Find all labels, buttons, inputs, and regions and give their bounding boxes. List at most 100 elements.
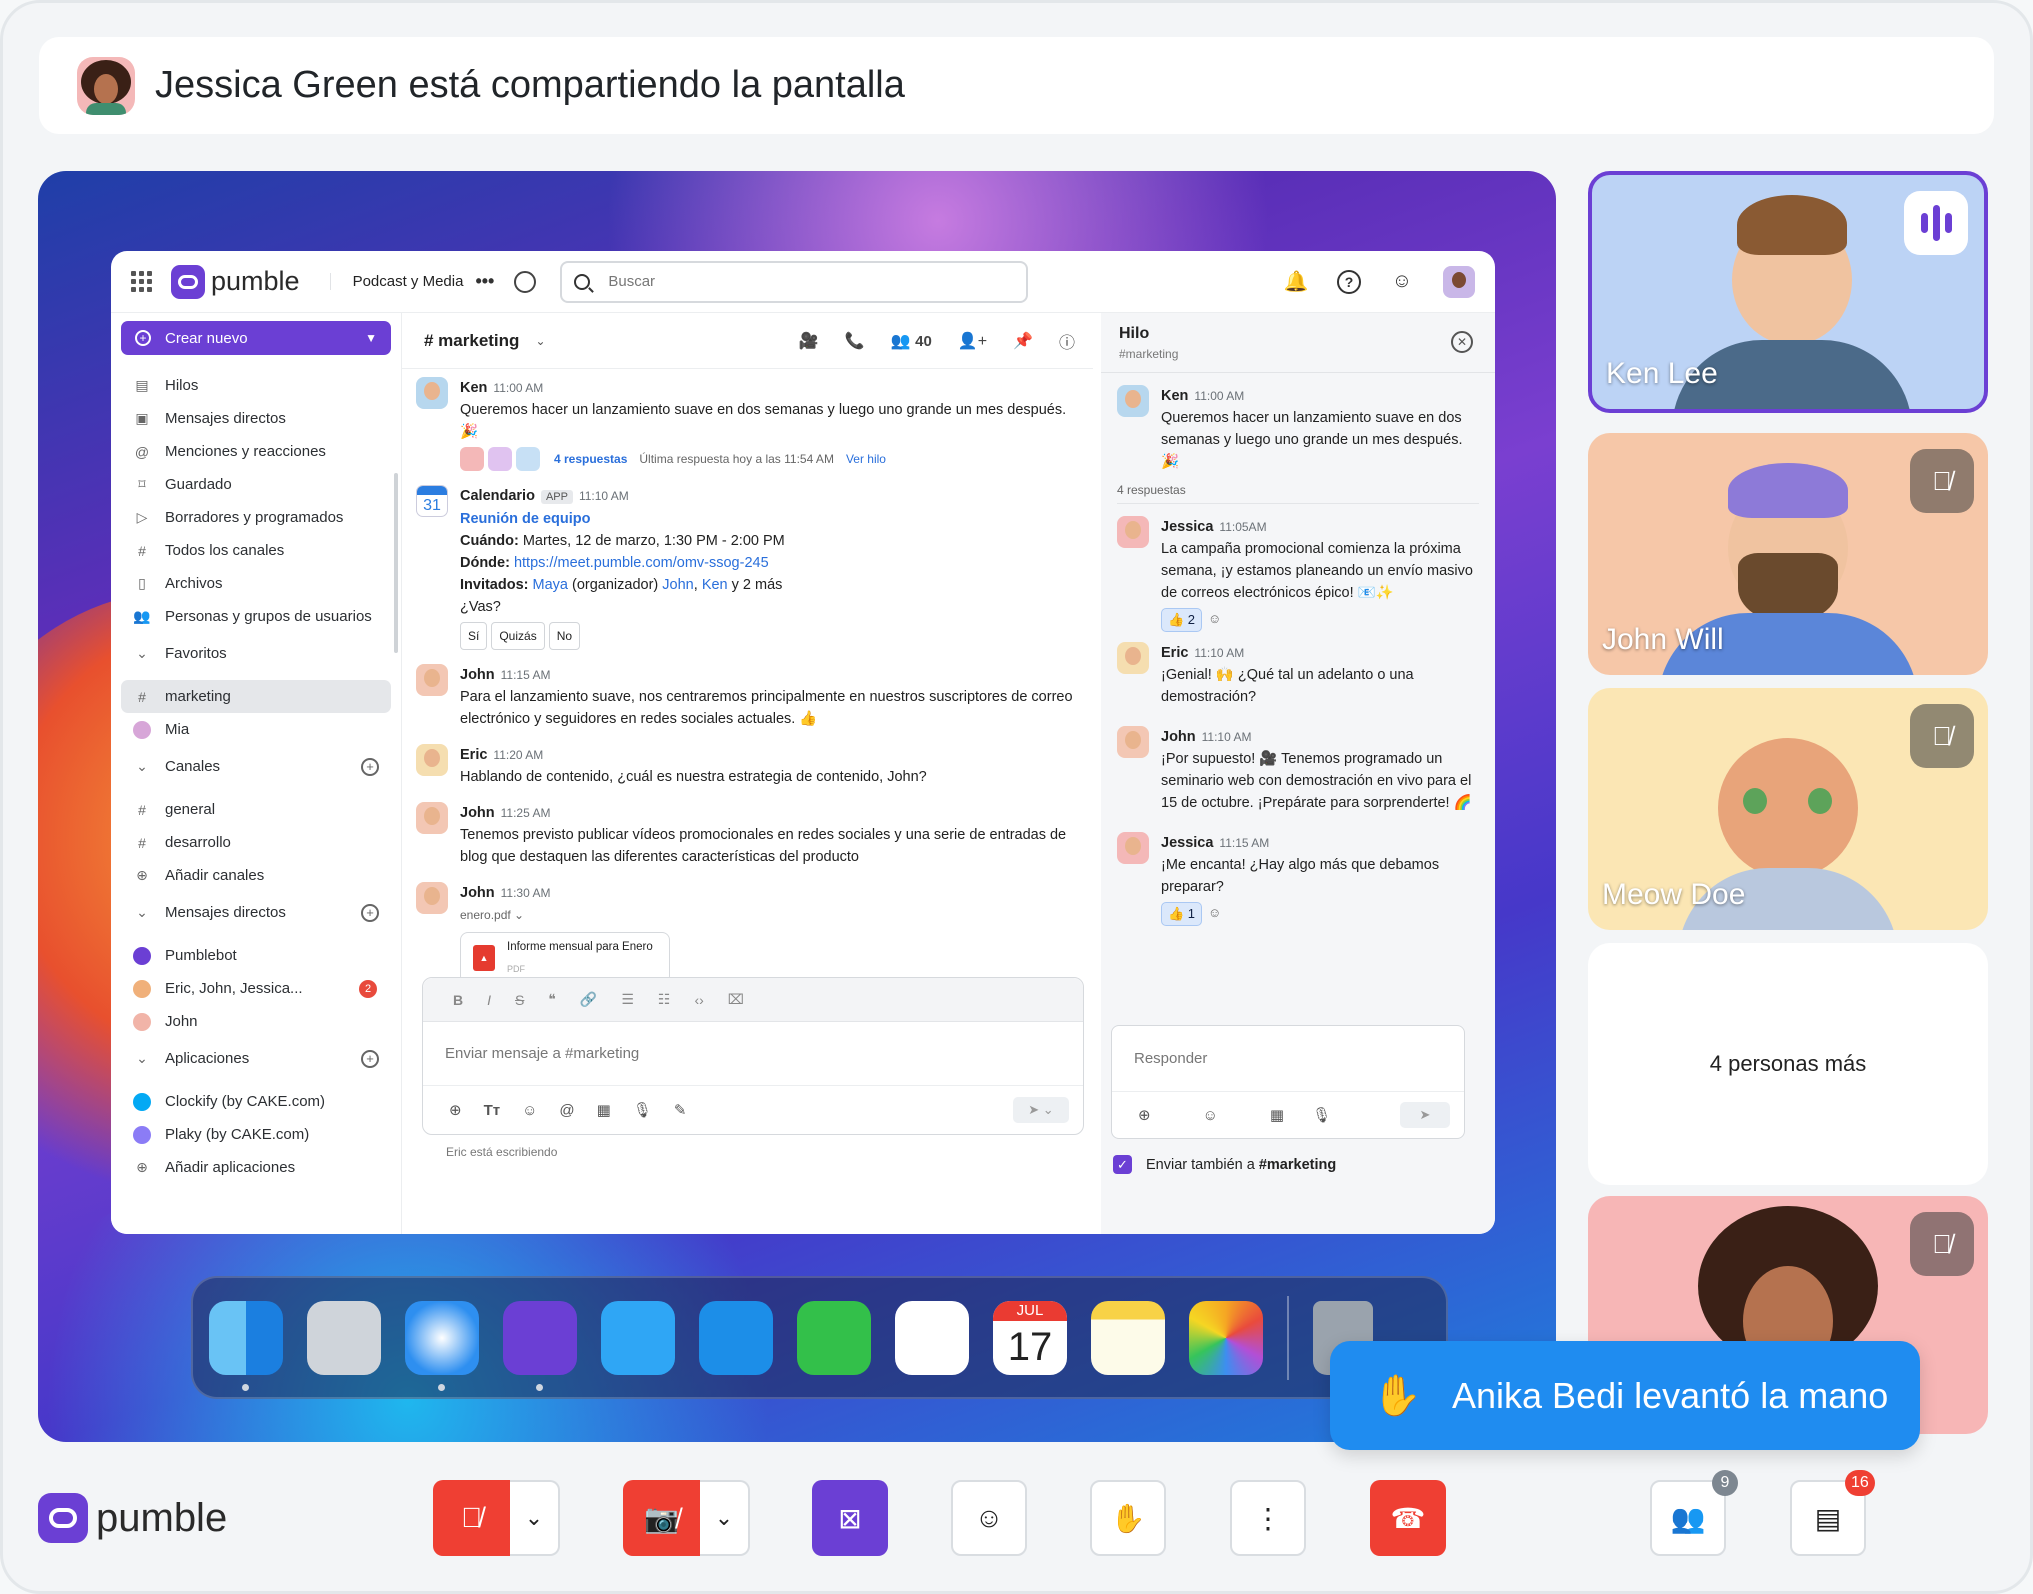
sidebar-item-group-dm[interactable]: Eric, John, Jessica... 2	[121, 972, 391, 1005]
rsvp-no-button[interactable]: No	[548, 622, 581, 650]
create-new-button[interactable]: + Crear nuevo ▼	[121, 321, 391, 355]
send-button[interactable]: ➤ ⌄	[1013, 1097, 1069, 1123]
workspace-menu-icon[interactable]: •••	[475, 271, 494, 292]
sidebar-item-marketing[interactable]: # marketing	[121, 680, 391, 713]
smiley-icon[interactable]: ☺	[1387, 267, 1417, 297]
message-input[interactable]: Enviar mensaje a #marketing	[423, 1022, 1083, 1086]
channels-section[interactable]: ⌄ Canales +	[121, 750, 391, 783]
participant-tile-ken-lee[interactable]: Ken Lee	[1588, 171, 1988, 413]
photos-icon[interactable]	[1189, 1300, 1263, 1375]
facetime-icon[interactable]	[797, 1300, 871, 1375]
strike-icon[interactable]: S	[515, 992, 524, 1008]
add-dm-icon[interactable]: +	[361, 903, 379, 922]
sidebar-item-saved[interactable]: ⌑ Guardado	[121, 468, 391, 501]
sidebar-item-threads[interactable]: ▤ Hilos	[121, 369, 391, 402]
add-member-icon[interactable]: 👤+	[958, 331, 987, 351]
participant-tile-meow-doe[interactable]: 🎙̸ Meow Doe	[1588, 688, 1988, 930]
phone-icon[interactable]: 📞	[845, 331, 865, 351]
reply-input[interactable]: Responder	[1112, 1026, 1464, 1092]
members-button[interactable]: 👥 40	[891, 331, 932, 351]
calendar-app-icon[interactable]: JUL 17	[993, 1300, 1067, 1375]
stop-share-button[interactable]: ⊠	[812, 1480, 888, 1556]
mail-icon[interactable]	[699, 1300, 773, 1375]
sidebar-item-general[interactable]: # general	[121, 793, 391, 826]
history-icon[interactable]	[514, 270, 537, 293]
text-format-icon[interactable]: Tт	[484, 1102, 501, 1119]
more-participants-tile[interactable]: 4 personas más	[1588, 943, 1988, 1185]
sidebar-item-people[interactable]: 👥 Personas y grupos de usuarios	[121, 600, 391, 633]
favorites-section[interactable]: ⌄ Favoritos	[121, 637, 391, 670]
more-options-button[interactable]: ⋮	[1230, 1480, 1306, 1556]
media-icon[interactable]: ▦	[1270, 1106, 1284, 1124]
dms-section[interactable]: ⌄ Mensajes directos +	[121, 896, 391, 929]
bold-icon[interactable]: B	[453, 992, 463, 1008]
sidebar-scrollbar[interactable]	[394, 473, 398, 653]
pin-icon[interactable]: 📌	[1013, 331, 1033, 351]
bullet-list-icon[interactable]: ☷	[658, 991, 671, 1008]
sidebar-item-john[interactable]: John	[121, 1005, 391, 1038]
close-icon[interactable]: ✕	[1451, 331, 1473, 353]
add-apps-button[interactable]: ⊕ Añadir aplicaciones	[121, 1151, 391, 1184]
workspace-name[interactable]: Podcast y Media	[329, 273, 463, 290]
finder-icon[interactable]	[209, 1300, 283, 1391]
notes-icon[interactable]	[1091, 1300, 1165, 1375]
add-channels-button[interactable]: ⊕ Añadir canales	[121, 859, 391, 892]
plus-circle-icon[interactable]: ⊕	[1138, 1106, 1151, 1124]
pumble-dock-icon[interactable]	[503, 1300, 577, 1391]
camera-options-button[interactable]: ⌄	[700, 1480, 750, 1556]
view-thread-link[interactable]: Ver hilo	[846, 448, 886, 470]
safari-icon[interactable]	[405, 1300, 479, 1391]
link-icon[interactable]: 🔗	[580, 991, 597, 1008]
sidebar-item-mentions[interactable]: @ Menciones y reacciones	[121, 435, 391, 468]
raise-hand-button[interactable]: ✋	[1090, 1480, 1166, 1556]
help-icon[interactable]: ?	[1337, 269, 1361, 294]
edit-icon[interactable]: ✎	[674, 1101, 687, 1119]
mic-icon[interactable]: 🎙	[1312, 1106, 1331, 1124]
mention-icon[interactable]: @	[559, 1102, 574, 1119]
sidebar-item-pumblebot[interactable]: Pumblebot	[121, 939, 391, 972]
sidebar-item-all-channels[interactable]: # Todos los canales	[121, 534, 391, 567]
camera-toggle-button[interactable]: 📷̸	[623, 1480, 700, 1556]
add-app-icon[interactable]: +	[361, 1049, 379, 1068]
sidebar-item-files[interactable]: ▯ Archivos	[121, 567, 391, 600]
event-title[interactable]: Reunión de equipo	[460, 508, 785, 530]
bell-icon[interactable]: 🔔	[1281, 267, 1311, 297]
user-avatar[interactable]	[1443, 265, 1475, 298]
media-icon[interactable]: ▦	[597, 1101, 611, 1119]
reaction[interactable]: 👍 1	[1161, 902, 1203, 926]
thread-replies-link[interactable]: 4 respuestas	[554, 448, 627, 470]
participant-tile-john-will[interactable]: 🎙̸ John Will	[1588, 433, 1988, 675]
chevron-down-icon[interactable]: ⌄	[535, 334, 545, 348]
apps-section[interactable]: ⌄ Aplicaciones +	[121, 1042, 391, 1075]
quote-icon[interactable]: ❝	[548, 991, 556, 1008]
apps-grid-icon[interactable]	[131, 270, 153, 293]
sidebar-item-direct-messages[interactable]: ▣ Mensajes directos	[121, 402, 391, 435]
reactions-button[interactable]: ☺	[951, 1480, 1027, 1556]
sidebar-item-desarrollo[interactable]: # desarrollo	[121, 826, 391, 859]
reaction[interactable]: 👍 2	[1161, 608, 1203, 632]
mute-mic-button[interactable]: 🎙̸	[433, 1480, 510, 1556]
sidebar-item-drafts[interactable]: ▷ Borradores y programados	[121, 501, 391, 534]
meeting-link[interactable]: https://meet.pumble.com/omv-ssog-245	[514, 555, 769, 571]
info-icon[interactable]: ⓘ	[1059, 329, 1075, 353]
mic-options-button[interactable]: ⌄	[510, 1480, 560, 1556]
plus-circle-icon[interactable]: ⊕	[449, 1101, 462, 1119]
reminders-icon[interactable]	[895, 1300, 969, 1375]
add-reaction-icon[interactable]: ☺	[1208, 902, 1221, 926]
also-send-checkbox[interactable]: ✓ Enviar también a #marketing	[1113, 1155, 1336, 1174]
add-channel-icon[interactable]: +	[361, 757, 379, 776]
emoji-icon[interactable]: ☺	[522, 1102, 537, 1119]
sidebar-item-clockify[interactable]: Clockify (by CAKE.com)	[121, 1085, 391, 1118]
rsvp-maybe-button[interactable]: Quizás	[491, 622, 545, 650]
code-icon[interactable]: ‹›	[694, 992, 703, 1008]
sidebar-item-mia[interactable]: Mia	[121, 713, 391, 746]
messages-icon[interactable]	[601, 1300, 675, 1375]
send-button[interactable]: ➤	[1400, 1102, 1450, 1128]
leave-call-button[interactable]: ☎	[1370, 1480, 1446, 1556]
italic-icon[interactable]: I	[487, 992, 491, 1008]
sidebar-item-plaky[interactable]: Plaky (by CAKE.com)	[121, 1118, 391, 1151]
code-block-icon[interactable]: ⌧	[728, 991, 744, 1008]
add-reaction-icon[interactable]: ☺	[1208, 608, 1221, 632]
mic-icon[interactable]: 🎙	[633, 1101, 652, 1119]
channel-name[interactable]: # marketing	[424, 331, 519, 351]
